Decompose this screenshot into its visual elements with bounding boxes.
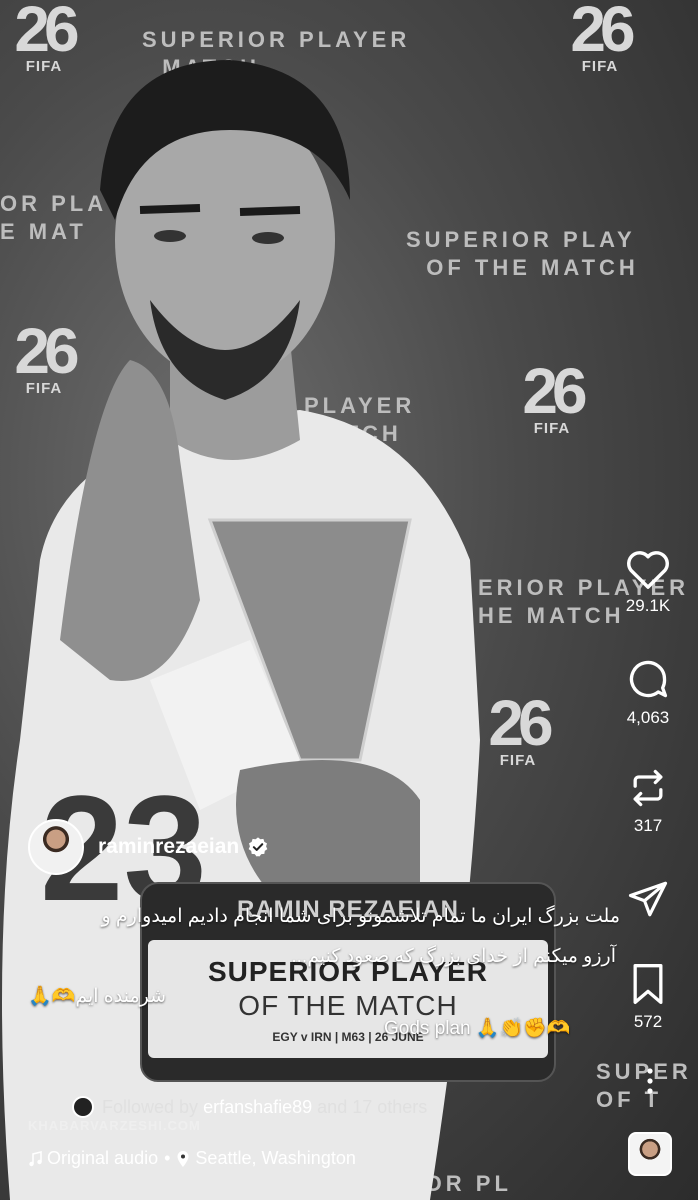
fifa-26-logo: 26 FIFA xyxy=(522,355,587,437)
heart-icon xyxy=(627,551,669,589)
followed-by-prefix: Followed by xyxy=(102,1096,199,1117)
followed-by[interactable]: Followed by erfanshafie89 and 17 others xyxy=(72,1096,427,1118)
comment-button[interactable]: 4,063 xyxy=(598,658,698,728)
author-avatar[interactable] xyxy=(28,819,84,875)
bookmark-icon xyxy=(633,964,663,1004)
like-button[interactable]: 29.1K xyxy=(598,548,698,616)
audio-label[interactable]: Original audio xyxy=(47,1148,158,1169)
repost-count: 317 xyxy=(633,816,663,835)
more-vertical-icon[interactable] xyxy=(636,1066,664,1096)
audio-location-row: Original audio • Seattle, Washington xyxy=(28,1148,356,1169)
followed-by-user[interactable]: erfanshafie89 xyxy=(203,1097,312,1118)
send-icon xyxy=(628,881,668,917)
repost-icon xyxy=(633,769,663,807)
caption-line-3: شرمنده ایم🫶🙏 xyxy=(28,986,167,1007)
comment-icon xyxy=(629,660,668,698)
fifa-26-logo: 26 FIFA xyxy=(570,0,635,75)
author-username[interactable]: raminrezaeian xyxy=(98,835,239,859)
author-row[interactable]: raminrezaeian xyxy=(28,818,269,876)
caption-line-4: Gods plan 🙏👏✊🫶 xyxy=(384,1018,571,1039)
caption-line-1: ملت بزرگ ایران ما تمام تلاشمونو برای شما… xyxy=(101,906,620,927)
comment-count: 4,063 xyxy=(626,708,670,727)
verified-badge-icon xyxy=(248,837,268,857)
save-count: 572 xyxy=(633,1012,663,1031)
location-pin-icon xyxy=(177,1150,189,1167)
save-button[interactable]: 572 xyxy=(598,962,698,1032)
caption-line-2: آرزو میکنم از خدای بزرگ که صعود کنیم... xyxy=(291,946,616,967)
audio-thumbnail[interactable] xyxy=(628,1132,672,1176)
repost-button[interactable]: 317 xyxy=(598,766,698,836)
follower-avatar xyxy=(72,1096,94,1118)
followed-by-suffix: and 17 others xyxy=(317,1096,428,1117)
location-place[interactable]: Seattle, Washington xyxy=(195,1148,355,1169)
music-note-icon xyxy=(29,1150,42,1166)
like-count: 29.1K xyxy=(625,596,671,615)
watermark-logo: KHABARVARZESHI.COM xyxy=(28,1118,201,1133)
